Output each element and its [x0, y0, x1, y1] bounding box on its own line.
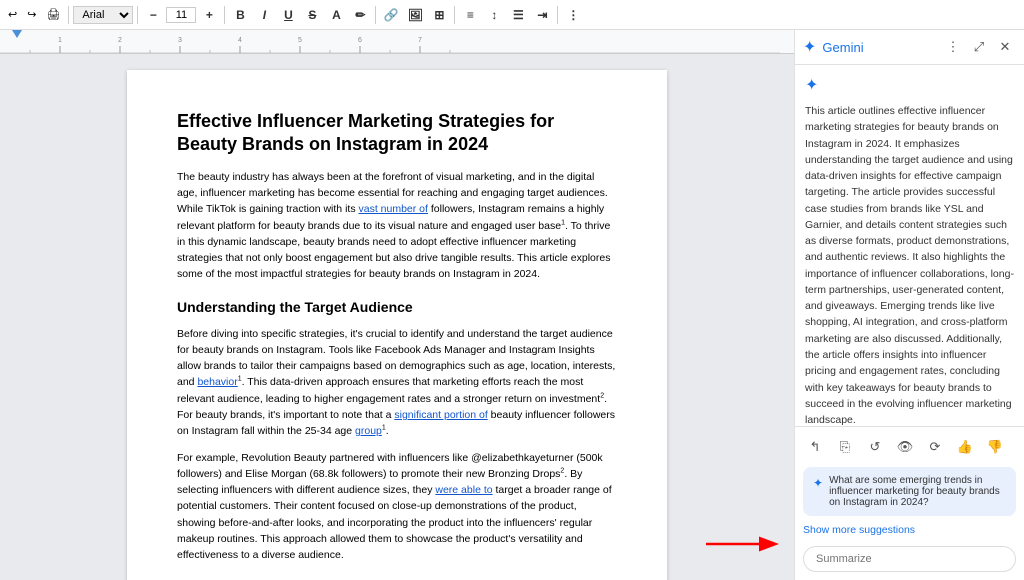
svg-text:3: 3	[178, 37, 182, 44]
link-vast-number[interactable]: vast number of	[358, 203, 427, 215]
main-area: 1 2 3 4 5 6 7	[0, 30, 1024, 580]
gemini-header-left: ✦ Gemini	[803, 37, 864, 57]
sep5	[454, 6, 455, 24]
view-icon[interactable]: 👁	[893, 435, 917, 459]
gemini-menu-button[interactable]: ⋮	[942, 36, 964, 58]
bold-button[interactable]: B	[229, 4, 251, 26]
gemini-expand-button[interactable]: ⤢	[968, 36, 990, 58]
list-button[interactable]: ☰	[507, 4, 529, 26]
back-icon[interactable]: ↰	[803, 435, 827, 459]
gemini-logo-icon: ✦	[803, 37, 816, 57]
highlight-button[interactable]: ✏	[349, 4, 371, 26]
align-button[interactable]: ≡	[459, 4, 481, 26]
text-color-button[interactable]: A	[325, 4, 347, 26]
suggestion-gem-icon: ✦	[813, 476, 823, 490]
share-icon[interactable]: ⟳	[923, 435, 947, 459]
svg-text:5: 5	[298, 37, 302, 44]
gemini-header: ✦ Gemini ⋮ ⤢ ✕	[795, 30, 1024, 65]
ruler: 1 2 3 4 5 6 7	[0, 30, 794, 54]
gemini-summary-text: This article outlines effective influenc…	[805, 103, 1014, 426]
font-increase-button[interactable]: +	[198, 4, 220, 26]
toolbar: ↩ ↪ 🖨 Arial − + B I U S A ✏ 🔗 🖼 ⊞ ≡ ↕ ☰ …	[0, 0, 1024, 30]
link-significant-portion[interactable]: significant portion of	[394, 409, 487, 421]
gemini-header-icons: ⋮ ⤢ ✕	[942, 36, 1016, 58]
svg-text:4: 4	[238, 37, 242, 44]
gemini-input-area[interactable]	[803, 546, 1016, 572]
insert-link-button[interactable]: 🔗	[380, 4, 402, 26]
indent-button[interactable]: ⇥	[531, 4, 553, 26]
font-size-input[interactable]	[166, 7, 196, 23]
thumbs-down-icon[interactable]: 👎	[983, 435, 1007, 459]
font-name-select[interactable]: Arial	[73, 6, 133, 24]
doc-para2: Before diving into specific strategies, …	[177, 326, 617, 440]
gemini-title: Gemini	[822, 40, 863, 55]
italic-button[interactable]: I	[253, 4, 275, 26]
svg-text:1: 1	[58, 37, 62, 44]
insert-table-button[interactable]: ⊞	[428, 4, 450, 26]
redo-button[interactable]: ↪	[23, 6, 40, 23]
svg-text:7: 7	[418, 37, 422, 44]
gemini-action-icons: ↰ ⎘ ↺ 👁 ⟳ 👍 👎	[803, 435, 1016, 459]
undo-button[interactable]: ↩	[4, 6, 21, 23]
sep4	[375, 6, 376, 24]
link-were-able[interactable]: were able to	[435, 484, 492, 496]
document-content: Effective Influencer Marketing Strategie…	[177, 110, 617, 580]
sep1	[68, 6, 69, 24]
gemini-sidebar: ✦ Gemini ⋮ ⤢ ✕ ✦ This article outlines e…	[794, 30, 1024, 580]
gemini-body[interactable]: ✦ This article outlines effective influe…	[795, 65, 1024, 426]
strikethrough-button[interactable]: S	[301, 4, 323, 26]
link-behavior[interactable]: behavior	[197, 376, 237, 388]
thumbs-up-icon[interactable]: 👍	[953, 435, 977, 459]
show-more-button[interactable]: Show more suggestions	[803, 522, 1016, 538]
print-button[interactable]: 🖨	[42, 6, 64, 23]
insert-image-button[interactable]: 🖼	[404, 4, 426, 26]
underline-button[interactable]: U	[277, 4, 299, 26]
document-scroll[interactable]: Effective Influencer Marketing Strategie…	[0, 54, 794, 580]
gemini-body-icon: ✦	[805, 75, 1014, 95]
document-title: Effective Influencer Marketing Strategie…	[177, 110, 617, 157]
gemini-suggestion-text: What are some emerging trends in influen…	[829, 475, 1006, 508]
refresh-icon[interactable]: ↺	[863, 435, 887, 459]
gemini-footer: ↰ ⎘ ↺ 👁 ⟳ 👍 👎 ✦ What are some emerging t…	[795, 426, 1024, 580]
copy-icon[interactable]: ⎘	[833, 435, 857, 459]
sep2	[137, 6, 138, 24]
document-area: 1 2 3 4 5 6 7	[0, 30, 794, 580]
document-page: Effective Influencer Marketing Strategie…	[127, 70, 667, 580]
heading-target-audience: Understanding the Target Audience	[177, 297, 617, 318]
gemini-input-field[interactable]	[816, 553, 1003, 565]
line-spacing-button[interactable]: ↕	[483, 4, 505, 26]
svg-text:2: 2	[118, 37, 122, 44]
doc-para3: For example, Revolution Beauty partnered…	[177, 450, 617, 564]
more-button[interactable]: ⋮	[562, 4, 584, 26]
gemini-suggestion[interactable]: ✦ What are some emerging trends in influ…	[803, 467, 1016, 516]
sep6	[557, 6, 558, 24]
sep3	[224, 6, 225, 24]
doc-intro-para: The beauty industry has always been at t…	[177, 169, 617, 283]
red-arrow-indicator	[706, 529, 786, 562]
gemini-close-button[interactable]: ✕	[994, 36, 1016, 58]
font-decrease-button[interactable]: −	[142, 4, 164, 26]
svg-text:6: 6	[358, 37, 362, 44]
link-group[interactable]: group	[355, 425, 382, 437]
